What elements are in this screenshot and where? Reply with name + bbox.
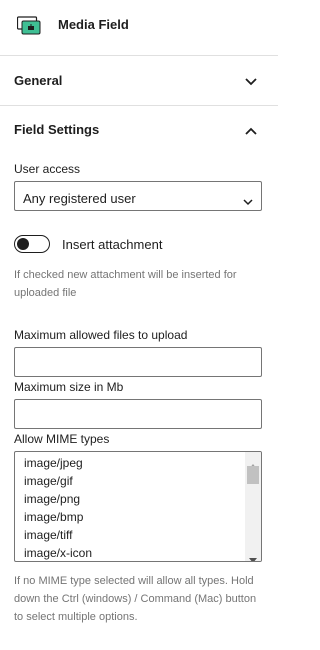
- insert-attachment-help: If checked new attachment will be insert…: [14, 269, 237, 299]
- mime-option[interactable]: image/x-icon: [24, 544, 92, 561]
- mime-scrollbar[interactable]: [245, 452, 261, 561]
- user-access-label: User access: [14, 162, 81, 176]
- scroll-thumb[interactable]: [247, 466, 259, 484]
- mime-option[interactable]: image/png: [24, 490, 92, 508]
- panel-general-title: General: [14, 73, 63, 88]
- mime-option[interactable]: image/jpeg: [24, 454, 92, 472]
- max-files-input[interactable]: [14, 347, 262, 377]
- mime-option[interactable]: image/tiff: [24, 526, 92, 544]
- mime-option[interactable]: image/gif: [24, 472, 92, 490]
- insert-attachment-toggle[interactable]: [14, 235, 50, 253]
- mime-types-label: Allow MIME types: [14, 432, 110, 446]
- mime-types-multiselect[interactable]: image/jpeg image/gif image/png image/bmp…: [14, 451, 262, 562]
- insert-attachment-label: Insert attachment: [62, 237, 163, 252]
- block-title: Media Field: [58, 17, 129, 32]
- panel-general-toggle[interactable]: General: [0, 56, 278, 106]
- chevron-down-icon: [244, 75, 258, 87]
- user-access-value: Any registered user: [23, 191, 136, 206]
- panel-field-settings-title: Field Settings: [14, 122, 100, 137]
- block-header: Media Field: [0, 0, 278, 56]
- mime-types-help: If no MIME type selected will allow all …: [14, 575, 257, 623]
- max-files-label: Maximum allowed files to upload: [14, 328, 188, 342]
- panel-field-settings-toggle[interactable]: Field Settings: [0, 105, 278, 155]
- user-access-select[interactable]: Any registered user: [14, 181, 262, 211]
- toggle-knob: [17, 238, 29, 250]
- max-size-input[interactable]: [14, 399, 262, 429]
- media-field-icon: [16, 15, 41, 37]
- mime-types-list: image/jpeg image/gif image/png image/bmp…: [24, 454, 92, 561]
- mime-option[interactable]: image/bmp: [24, 508, 92, 526]
- chevron-up-icon: [244, 124, 258, 136]
- chevron-down-icon: [243, 193, 253, 206]
- scroll-up-arrow-icon[interactable]: [249, 456, 257, 469]
- max-size-label: Maximum size in Mb: [14, 380, 124, 394]
- scroll-down-arrow-icon[interactable]: [249, 551, 257, 561]
